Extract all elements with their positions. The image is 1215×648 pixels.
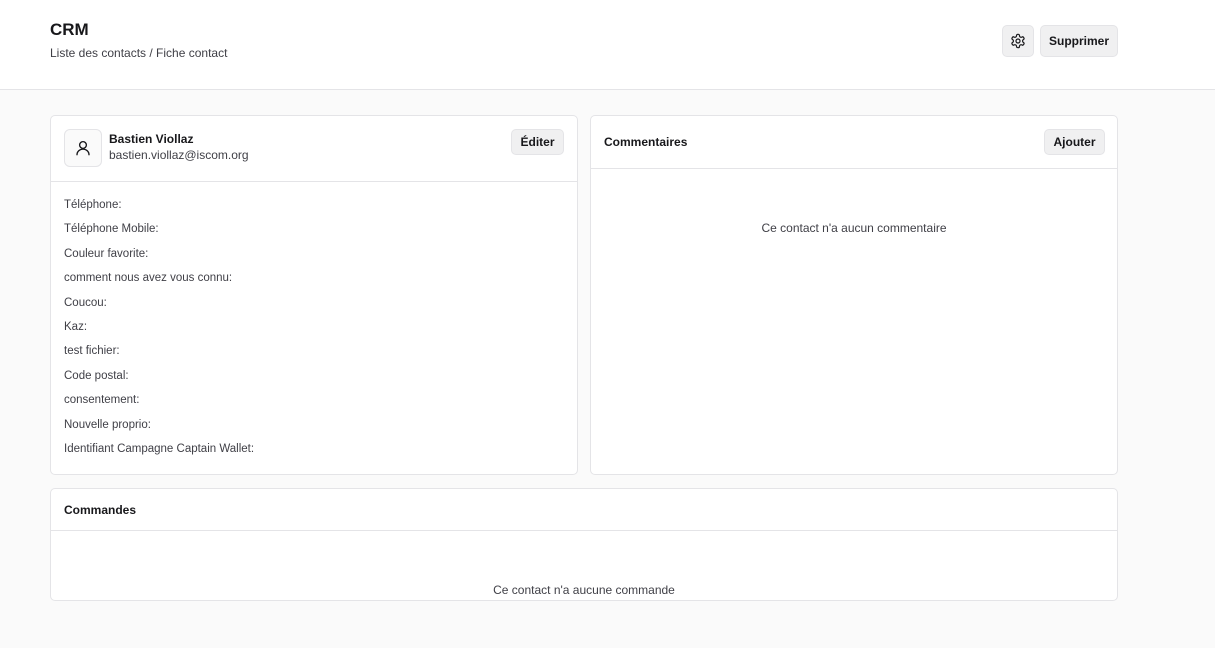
avatar: [64, 129, 102, 167]
field-kaz: Kaz:: [64, 320, 88, 333]
field-coucou: Coucou:: [64, 296, 107, 309]
contact-header: Bastien Viollaz bastien.viollaz@iscom.or…: [51, 116, 577, 182]
comments-empty-message: Ce contact n'a aucun commentaire: [761, 221, 947, 235]
breadcrumb[interactable]: Liste des contacts / Fiche contact: [50, 46, 227, 60]
top-bar: CRM Liste des contacts / Fiche contact S…: [0, 0, 1215, 90]
orders-empty-message: Ce contact n'a aucune commande: [493, 583, 675, 597]
add-comment-button[interactable]: Ajouter: [1044, 129, 1105, 155]
field-test-fichier: test fichier:: [64, 345, 120, 358]
field-telephone: Téléphone:: [64, 199, 122, 211]
field-code-postal: Code postal:: [64, 369, 129, 382]
contact-card: Bastien Viollaz bastien.viollaz@iscom.or…: [50, 115, 578, 475]
field-comment-connu: comment nous avez vous connu:: [64, 272, 233, 285]
field-telephone-mobile: Téléphone Mobile:: [64, 223, 159, 236]
field-identifiant-campagne: Identifiant Campagne Captain Wallet:: [64, 442, 255, 455]
contact-name: Bastien Viollaz: [109, 132, 194, 146]
gear-icon: [1010, 33, 1026, 49]
page-title: CRM: [50, 20, 89, 39]
orders-card: Commandes Ce contact n'a aucune commande: [50, 488, 1118, 601]
contact-fields: Téléphone: Téléphone Mobile: Couleur fav…: [64, 197, 254, 465]
settings-button[interactable]: [1002, 25, 1034, 57]
orders-title: Commandes: [64, 503, 137, 517]
orders-header: Commandes: [51, 489, 1117, 531]
field-couleur-favorite: Couleur favorite:: [64, 247, 149, 260]
contact-email: bastien.viollaz@iscom.org: [109, 148, 249, 162]
user-icon: [74, 139, 92, 157]
comments-title: Commentaires: [604, 135, 688, 149]
comments-header: Commentaires Ajouter: [591, 116, 1117, 169]
field-nouvelle-proprio: Nouvelle proprio:: [64, 418, 151, 431]
comments-card: Commentaires Ajouter Ce contact n'a aucu…: [590, 115, 1118, 475]
edit-button[interactable]: Éditer: [511, 129, 564, 155]
field-consentement: consentement:: [64, 394, 140, 407]
delete-button[interactable]: Supprimer: [1040, 25, 1118, 57]
